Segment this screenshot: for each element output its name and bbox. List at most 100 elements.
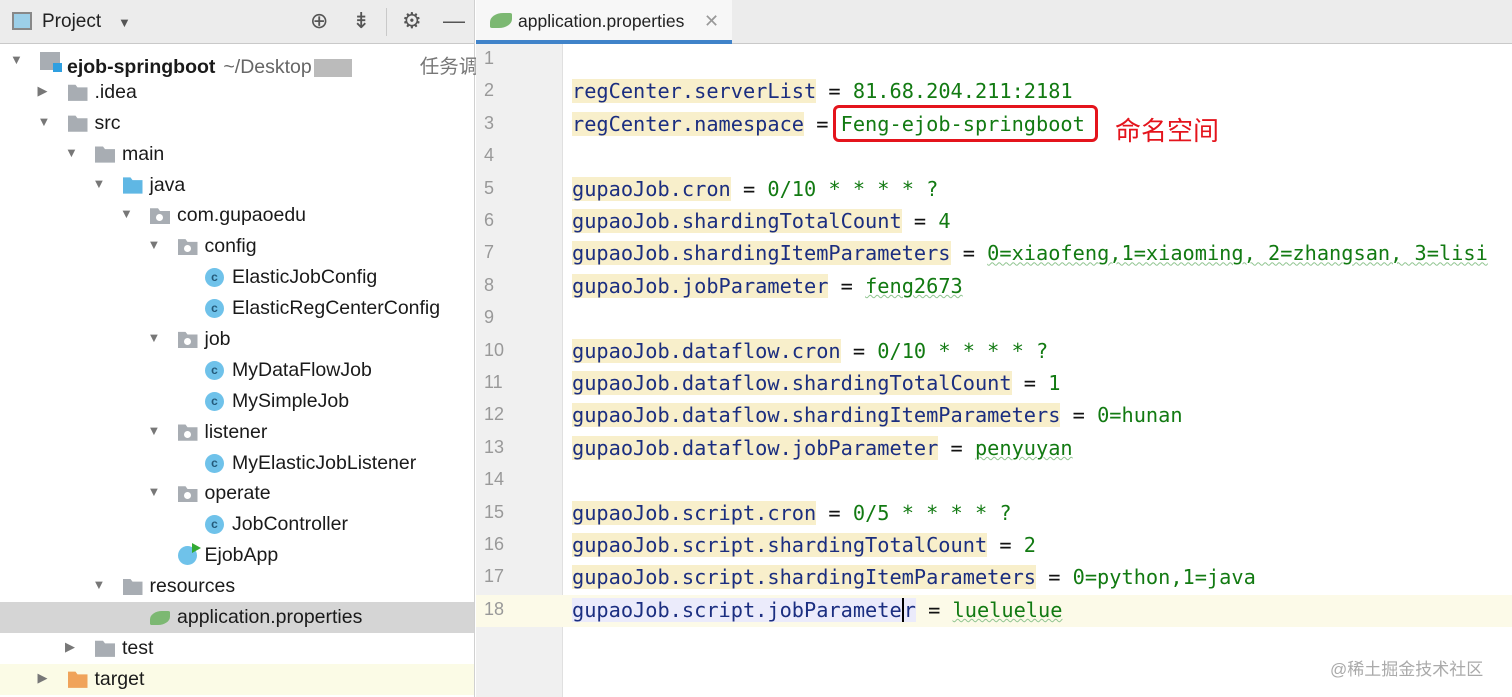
tree-item[interactable]: ▼ com.gupaoedu [0, 200, 474, 231]
code-line[interactable]: 8 gupaoJob.jobParameter = feng2673 [476, 271, 1512, 303]
package-icon [150, 208, 170, 225]
orange-icon [67, 671, 88, 688]
code-line[interactable]: 1 [476, 44, 1512, 76]
code-line[interactable]: 4 [476, 141, 1512, 173]
line-number: 14 [484, 469, 505, 490]
minimize-icon[interactable]: — [443, 8, 465, 34]
code-line[interactable]: 9 [476, 303, 1512, 335]
tree-item-name: operate [204, 482, 271, 505]
tree-item[interactable]: MyElasticJobListener [0, 448, 474, 479]
code-line[interactable]: 18 gupaoJob.script.jobParameter = lueluel… [476, 594, 1512, 628]
tree-item[interactable]: MySimpleJob [0, 386, 474, 417]
tree-item-label: EjobApp [205, 544, 279, 567]
tree-item[interactable]: ▼ resources [0, 571, 474, 602]
tree-item-name: test [122, 636, 154, 659]
project-tree: ▼ ejob-springboot ~/Desktop 任务调 ▶ .idea ▼ src ▼ m… [0, 46, 478, 695]
expanded-arrow-icon[interactable]: ▼ [148, 330, 161, 345]
property-value: 1 [1048, 371, 1061, 395]
tree-item[interactable]: ElasticRegCenterConfig [0, 293, 474, 324]
collapsed-arrow-icon[interactable]: ▶ [38, 83, 48, 99]
tree-item[interactable]: ▼ operate [0, 478, 474, 509]
folder-icon [67, 115, 88, 132]
project-panel-header: Project ▼ ⊕ ⇟ ⚙ — [0, 0, 474, 44]
tree-item[interactable]: EjobApp [0, 540, 474, 571]
tree-item[interactable]: ▼ java [0, 170, 474, 201]
tree-item[interactable]: ▶ test [0, 633, 474, 664]
property-value: 0=python,1=java [1072, 565, 1256, 590]
line-text: gupaoJob.cron = 0/10 * * * * ? [572, 176, 939, 201]
property-value: 0=hunan [1097, 403, 1183, 428]
project-view-selector[interactable]: Project [42, 11, 101, 33]
property-value: 0/10 * * * * ? [767, 176, 939, 201]
line-number: 17 [484, 566, 505, 587]
code-line[interactable]: 5 gupaoJob.cron = 0/10 * * * * ? [476, 174, 1512, 206]
expanded-arrow-icon[interactable]: ▼ [148, 423, 161, 438]
code-line[interactable]: 6 gupaoJob.shardingTotalCount = 4 [476, 206, 1512, 238]
expanded-arrow-icon[interactable]: ▼ [93, 176, 106, 191]
line-text: gupaoJob.jobParameter = feng2673 [572, 273, 963, 298]
code-line[interactable]: 11 gupaoJob.dataflow.shardingTotalCount =… [476, 368, 1512, 400]
tree-item-name: target [94, 667, 145, 690]
package-icon [177, 239, 198, 256]
tree-item[interactable]: MyDataFlowJob [0, 355, 474, 386]
tree-item[interactable]: ▶ .idea [0, 77, 474, 108]
code-line[interactable]: 2 regCenter.serverList = 81.68.204.211:21… [476, 76, 1512, 108]
tree-item-name: application.properties [177, 606, 363, 629]
gear-icon[interactable]: ⚙ [402, 8, 422, 34]
tree-item[interactable]: ▼ listener [0, 417, 474, 448]
tree-item-label: JobController [232, 513, 348, 536]
expanded-arrow-icon[interactable]: ▼ [93, 577, 106, 592]
tree-item[interactable]: ▶ target [0, 663, 474, 695]
equals-sign: = [915, 597, 953, 622]
tree-item[interactable]: ElasticJobConfig [0, 262, 474, 293]
tree-item-label: config [205, 235, 257, 258]
code-line[interactable]: 13 gupaoJob.dataflow.jobParameter = penyu… [476, 433, 1512, 465]
tree-item[interactable]: ▼ config [0, 231, 474, 262]
line-text: gupaoJob.script.shardingItemParameters =… [572, 565, 1256, 590]
code-line[interactable]: 10 gupaoJob.dataflow.cron = 0/10 * * * * … [476, 336, 1512, 368]
tree-item-label: java [150, 174, 186, 197]
code-line[interactable]: 14 [476, 465, 1512, 497]
expanded-arrow-icon[interactable]: ▼ [148, 237, 161, 252]
property-key: gupaoJob.script.jobParameter [572, 597, 916, 622]
spring-properties-icon [490, 13, 512, 28]
property-key: gupaoJob.jobParameter [572, 273, 829, 298]
property-value: 0/10 * * * * ? [877, 338, 1049, 363]
line-text: gupaoJob.shardingTotalCount = 4 [572, 209, 951, 233]
tree-item[interactable]: ▼ main [0, 139, 474, 170]
project-path: ~/Desktop [223, 56, 312, 78]
property-key: regCenter.serverList [572, 79, 817, 104]
property-value: 4 [938, 209, 951, 233]
tree-item[interactable]: ▼ ejob-springboot ~/Desktop 任务调 [0, 46, 478, 78]
property-value: 0=xiaofeng,1=xiaoming, 2=zhangsan, 3=lis… [987, 241, 1488, 266]
tree-item[interactable]: JobController [0, 509, 474, 540]
collapsed-arrow-icon[interactable]: ▶ [65, 639, 75, 655]
code-line[interactable]: 16 gupaoJob.script.shardingTotalCount = 2 [476, 530, 1512, 562]
close-tab-icon[interactable]: ✕ [704, 11, 719, 32]
property-key: gupaoJob.dataflow.cron [572, 338, 841, 363]
divider [386, 8, 387, 36]
code-line[interactable]: 15 gupaoJob.script.cron = 0/5 * * * * ? [476, 498, 1512, 530]
code-line[interactable]: 7 gupaoJob.shardingItemParameters = 0=xia… [476, 238, 1512, 270]
expanded-arrow-icon[interactable]: ▼ [65, 145, 78, 160]
expanded-arrow-icon[interactable]: ▼ [10, 52, 23, 67]
class-icon [205, 268, 224, 288]
expanded-arrow-icon[interactable]: ▼ [38, 114, 51, 129]
expanded-arrow-icon[interactable]: ▼ [120, 206, 133, 221]
code-line[interactable]: 12 gupaoJob.dataflow.shardingItemParamete… [476, 400, 1512, 432]
tab-application-properties[interactable]: application.properties ✕ [476, 0, 732, 44]
folder-icon [95, 146, 115, 163]
tree-item[interactable]: application.properties [0, 602, 474, 633]
tree-item[interactable]: ▼ job [0, 324, 474, 355]
chevron-down-icon[interactable]: ▼ [118, 15, 131, 30]
code-line[interactable]: 17 gupaoJob.script.shardingItemParameters… [476, 562, 1512, 594]
locate-icon[interactable]: ⊕ [310, 8, 328, 34]
collapsed-arrow-icon[interactable]: ▶ [38, 670, 48, 686]
tree-item[interactable]: ▼ src [0, 108, 474, 139]
class-icon [205, 391, 224, 411]
expanded-arrow-icon[interactable]: ▼ [148, 484, 161, 499]
equals-sign: = [1060, 403, 1098, 428]
collapse-all-icon[interactable]: ⇟ [352, 8, 370, 34]
line-text: gupaoJob.script.cron = 0/5 * * * * ? [572, 500, 1012, 525]
tree-item-name: config [204, 235, 257, 258]
